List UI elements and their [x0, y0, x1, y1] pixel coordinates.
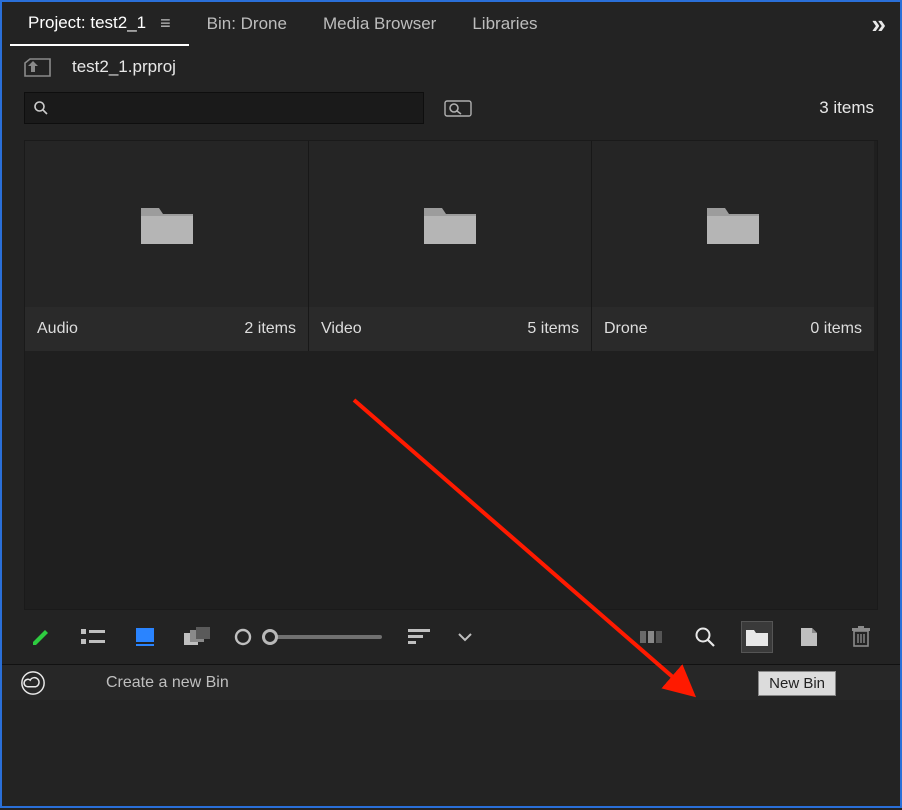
bin-name: Video [321, 320, 362, 338]
status-text: Create a new Bin [106, 674, 229, 692]
bins-grid: Audio 2 items Video 5 items Drone [24, 140, 878, 610]
sort-dropdown-button[interactable] [456, 622, 474, 652]
search-input-container[interactable] [24, 92, 424, 124]
panel-menu-icon[interactable]: ≡ [160, 13, 171, 34]
search-icon [33, 100, 49, 116]
panel-tabs: Project: test2_1 ≡ Bin: Drone Media Brow… [2, 2, 900, 46]
new-item-button[interactable] [794, 622, 824, 652]
zoom-slider-group [234, 628, 382, 646]
bin-thumbnail [309, 141, 591, 307]
bin-name: Audio [37, 320, 78, 338]
new-bin-button[interactable] [742, 622, 772, 652]
item-count: 3 items [819, 98, 878, 118]
tab-media-browser-label: Media Browser [323, 14, 436, 34]
folder-icon [139, 202, 195, 246]
bin-count: 2 items [244, 320, 296, 338]
automate-sequence-button[interactable] [638, 622, 668, 652]
project-panel: Project: test2_1 ≡ Bin: Drone Media Brow… [0, 0, 902, 808]
search-row: 3 items [2, 84, 900, 132]
bin-item-video[interactable]: Video 5 items [308, 141, 591, 351]
tab-media-browser[interactable]: Media Browser [305, 4, 454, 44]
find-button[interactable] [444, 98, 472, 118]
breadcrumb: test2_1.prproj [2, 46, 900, 84]
delete-button[interactable] [846, 622, 876, 652]
zoom-min-icon [234, 628, 252, 646]
tab-project-label: Project: test2_1 [28, 13, 146, 33]
tab-libraries[interactable]: Libraries [454, 4, 555, 44]
zoom-slider-knob[interactable] [262, 629, 278, 645]
bin-count: 0 items [810, 320, 862, 338]
list-view-button[interactable] [78, 622, 108, 652]
bin-count: 5 items [527, 320, 579, 338]
write-mode-button[interactable] [26, 622, 56, 652]
bin-item-drone[interactable]: Drone 0 items [591, 141, 874, 351]
zoom-slider[interactable] [262, 635, 382, 639]
status-bar: Create a new Bin New Bin [2, 664, 900, 700]
project-filename: test2_1.prproj [72, 57, 176, 77]
bin-thumbnail [592, 141, 874, 307]
folder-icon [422, 202, 478, 246]
sort-button[interactable] [404, 622, 434, 652]
icon-view-button[interactable] [130, 622, 160, 652]
find-toolbar-button[interactable] [690, 622, 720, 652]
tab-bin[interactable]: Bin: Drone [189, 4, 305, 44]
search-input[interactable] [49, 100, 415, 117]
bin-name: Drone [604, 320, 648, 338]
creative-cloud-icon[interactable] [20, 670, 46, 696]
tabs-overflow-icon[interactable]: » [872, 9, 892, 40]
bin-thumbnail [25, 141, 308, 307]
bottom-toolbar [2, 610, 900, 664]
tab-project[interactable]: Project: test2_1 ≡ [10, 3, 189, 46]
folder-icon [705, 202, 761, 246]
bin-item-audio[interactable]: Audio 2 items [25, 141, 308, 351]
navigate-up-icon[interactable] [24, 56, 54, 78]
tab-libraries-label: Libraries [472, 14, 537, 34]
freeform-view-button[interactable] [182, 622, 212, 652]
new-bin-tooltip: New Bin [758, 671, 836, 696]
tab-bin-label: Bin: Drone [207, 14, 287, 34]
folder-icon [745, 627, 769, 647]
